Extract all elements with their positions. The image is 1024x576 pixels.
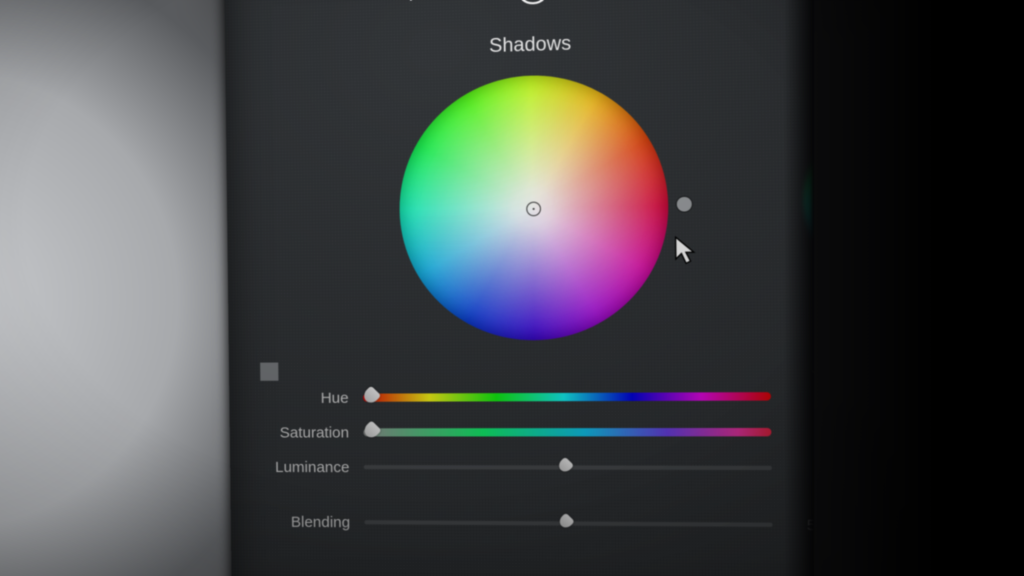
hue-row: Hue 0: [257, 378, 823, 415]
color-wheel-container: [226, 67, 854, 343]
blending-slider[interactable]: [364, 520, 772, 527]
swatch-chip[interactable]: [260, 363, 278, 381]
shadows-color-wheel[interactable]: [398, 72, 670, 341]
adjust-mode-row: Adjust :: [224, 0, 849, 11]
three-way-icon[interactable]: [461, 0, 488, 4]
sliders-group: ▾ Hue 0 Saturation 0 Luminance: [257, 378, 825, 543]
luminance-row: Luminance 0: [258, 450, 824, 486]
saturation-label: Saturation: [258, 424, 349, 441]
luminance-slider[interactable]: [364, 465, 772, 470]
wheel-ring-handle[interactable]: [676, 197, 691, 212]
blending-row: Blending 50: [259, 504, 825, 543]
scene: Adjust :: [0, 0, 1024, 576]
saturation-slider[interactable]: [363, 428, 771, 437]
luminance-label: Luminance: [258, 458, 349, 475]
hue-label: Hue: [257, 389, 348, 407]
section-title: Shadows: [225, 24, 850, 65]
monitor-bezel: [814, 0, 1024, 576]
wheel-center-marker: [526, 202, 541, 217]
hue-slider[interactable]: [363, 392, 771, 402]
adjust-label: Adjust :: [388, 0, 449, 3]
color-grading-panel: Adjust :: [224, 0, 857, 576]
saturation-row: Saturation 0: [258, 414, 824, 450]
blending-label: Blending: [259, 513, 350, 531]
shadows-icon[interactable]: [519, 0, 547, 2]
